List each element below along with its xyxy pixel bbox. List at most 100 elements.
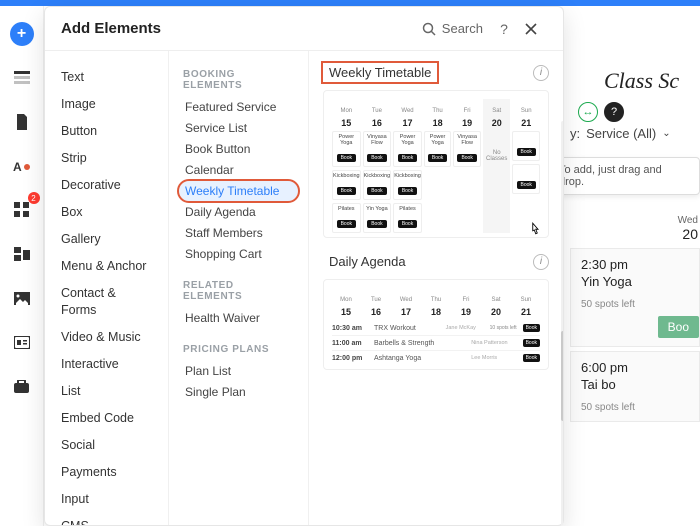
slot-title: Pilates xyxy=(333,206,360,212)
slot-book: Book xyxy=(337,154,356,162)
element-health-waiver[interactable]: Health Waiver xyxy=(179,308,298,328)
info-icon[interactable]: i xyxy=(533,65,549,81)
apps-icon[interactable]: 2 xyxy=(10,198,34,222)
media-icon[interactable] xyxy=(10,286,34,310)
agenda-spots xyxy=(515,340,516,346)
service-filter[interactable]: y: Service (All) ⌄ xyxy=(570,126,700,141)
site-heading: Class Sc xyxy=(604,68,700,94)
svg-text:A: A xyxy=(13,160,22,173)
category-list: Text Image Button Strip Decorative Box G… xyxy=(45,51,169,525)
day-name: Tue xyxy=(372,108,382,114)
help-icon[interactable]: ? xyxy=(604,102,624,122)
slot-title: Yin Yoga xyxy=(364,206,391,212)
content-icon[interactable] xyxy=(10,330,34,354)
close-button[interactable] xyxy=(525,23,547,35)
slot-book: Book xyxy=(517,148,536,156)
category-box[interactable]: Box xyxy=(45,200,168,225)
info-icon[interactable]: i xyxy=(533,254,549,270)
search-button[interactable]: Search xyxy=(422,21,483,36)
business-icon[interactable] xyxy=(10,374,34,398)
category-payments[interactable]: Payments xyxy=(45,460,168,485)
group-pricing-plans: PRICING PLANS xyxy=(183,344,294,355)
day-name: Sun xyxy=(521,108,532,114)
element-featured-service[interactable]: Featured Service xyxy=(179,97,298,117)
class-card[interactable]: 6:00 pm Tai bo 50 spots left xyxy=(570,351,700,422)
element-shopping-cart[interactable]: Shopping Cart xyxy=(179,244,298,264)
editor-side-toolbar: + A 2 xyxy=(0,6,44,526)
element-service-list[interactable]: Service List xyxy=(179,118,298,138)
day-num: 16 xyxy=(362,307,390,317)
sections-icon[interactable] xyxy=(10,66,34,90)
slot-title: Pilates xyxy=(394,206,421,212)
element-calendar[interactable]: Calendar xyxy=(179,160,298,180)
day-name: Fri xyxy=(463,297,470,303)
category-video-music[interactable]: Video & Music xyxy=(45,325,168,350)
category-menu-anchor[interactable]: Menu & Anchor xyxy=(45,254,168,279)
agenda-title: TRX Workout xyxy=(374,325,440,332)
stretch-icon[interactable]: ↔ xyxy=(578,102,598,122)
category-interactive[interactable]: Interactive xyxy=(45,352,168,377)
element-daily-agenda[interactable]: Daily Agenda xyxy=(179,202,298,222)
element-book-button[interactable]: Book Button xyxy=(179,139,298,159)
panel-header: Add Elements Search ? xyxy=(45,7,563,51)
slot-title: Power Yoga xyxy=(425,134,451,146)
agenda-row: 12:00 pm Ashtanga Yoga Lee Morris Book xyxy=(332,351,540,365)
add-elements-button[interactable]: + xyxy=(10,22,34,46)
book-button[interactable]: Boo xyxy=(658,316,699,338)
category-image[interactable]: Image xyxy=(45,92,168,117)
element-single-plan[interactable]: Single Plan xyxy=(179,382,298,402)
layout-icon[interactable] xyxy=(10,242,34,266)
slot-book: Book xyxy=(398,187,417,195)
day-num: 19 xyxy=(452,307,480,317)
category-input[interactable]: Input xyxy=(45,487,168,512)
agenda-title: Barbells & Strength xyxy=(374,340,465,347)
day-name: Sun xyxy=(521,297,532,303)
design-icon[interactable]: A xyxy=(10,154,34,178)
preview-column: Weekly Timetable i Mon15 Power YogaBook … xyxy=(309,51,563,525)
category-gallery[interactable]: Gallery xyxy=(45,227,168,252)
service-filter-value: Service (All) xyxy=(586,126,656,141)
add-elements-panel: Add Elements Search ? Text Image Button … xyxy=(44,6,564,526)
category-decorative[interactable]: Decorative xyxy=(45,173,168,198)
group-related-elements: RELATED ELEMENTS xyxy=(183,280,294,302)
day-name: Fri xyxy=(464,108,471,114)
service-filter-label: y: xyxy=(570,126,580,141)
help-button[interactable]: ? xyxy=(493,21,515,37)
slot-title: Power Yoga xyxy=(333,134,360,146)
day-num: 17 xyxy=(392,307,420,317)
agenda-title: Ashtanga Yoga xyxy=(374,355,465,362)
element-plan-list[interactable]: Plan List xyxy=(179,361,298,381)
preview-weekly-title: Weekly Timetable xyxy=(323,63,437,82)
class-card[interactable]: 2:30 pm Yin Yoga 50 spots left Boo xyxy=(570,248,700,347)
day-num: 21 xyxy=(512,118,540,128)
element-weekly-timetable[interactable]: Weekly Timetable xyxy=(179,181,298,201)
category-list-el[interactable]: List xyxy=(45,379,168,404)
site-canvas: Class Sc ↔ ? y: Service (All) ⌄ To add, … xyxy=(564,6,700,526)
slot-book: Book xyxy=(367,220,386,228)
day-num: 17 xyxy=(393,118,422,128)
class-name: Tai bo xyxy=(581,377,689,392)
category-contact-forms[interactable]: Contact & Forms xyxy=(45,281,168,323)
category-text[interactable]: Text xyxy=(45,65,168,90)
element-staff-members[interactable]: Staff Members xyxy=(179,223,298,243)
weekly-timetable-preview[interactable]: Mon15 Power YogaBook KickboxingBook Pila… xyxy=(323,90,549,238)
category-button[interactable]: Button xyxy=(45,119,168,144)
category-embed-code[interactable]: Embed Code xyxy=(45,406,168,431)
category-strip[interactable]: Strip xyxy=(45,146,168,171)
scrollbar[interactable] xyxy=(561,121,563,525)
category-cms[interactable]: CMS xyxy=(45,514,168,525)
close-icon xyxy=(525,23,537,35)
chevron-down-icon: ⌄ xyxy=(662,128,670,139)
pointer-cursor-icon xyxy=(526,221,544,239)
class-spots: 50 spots left xyxy=(581,299,689,310)
day-name: Tue xyxy=(371,297,381,303)
daily-agenda-preview[interactable]: Mon15 Tue16 Wed17 Thu18 Fri19 Sat20 Sun2… xyxy=(323,279,549,370)
day-num: 15 xyxy=(332,307,360,317)
plus-icon: + xyxy=(10,22,34,46)
pages-icon[interactable] xyxy=(10,110,34,134)
drag-drop-tooltip: To add, just drag and drop. xyxy=(548,157,700,195)
category-social[interactable]: Social xyxy=(45,433,168,458)
slot-title: Vinyasa Flow xyxy=(454,134,480,146)
day-num: 19 xyxy=(453,118,481,128)
agenda-spots xyxy=(515,355,516,361)
